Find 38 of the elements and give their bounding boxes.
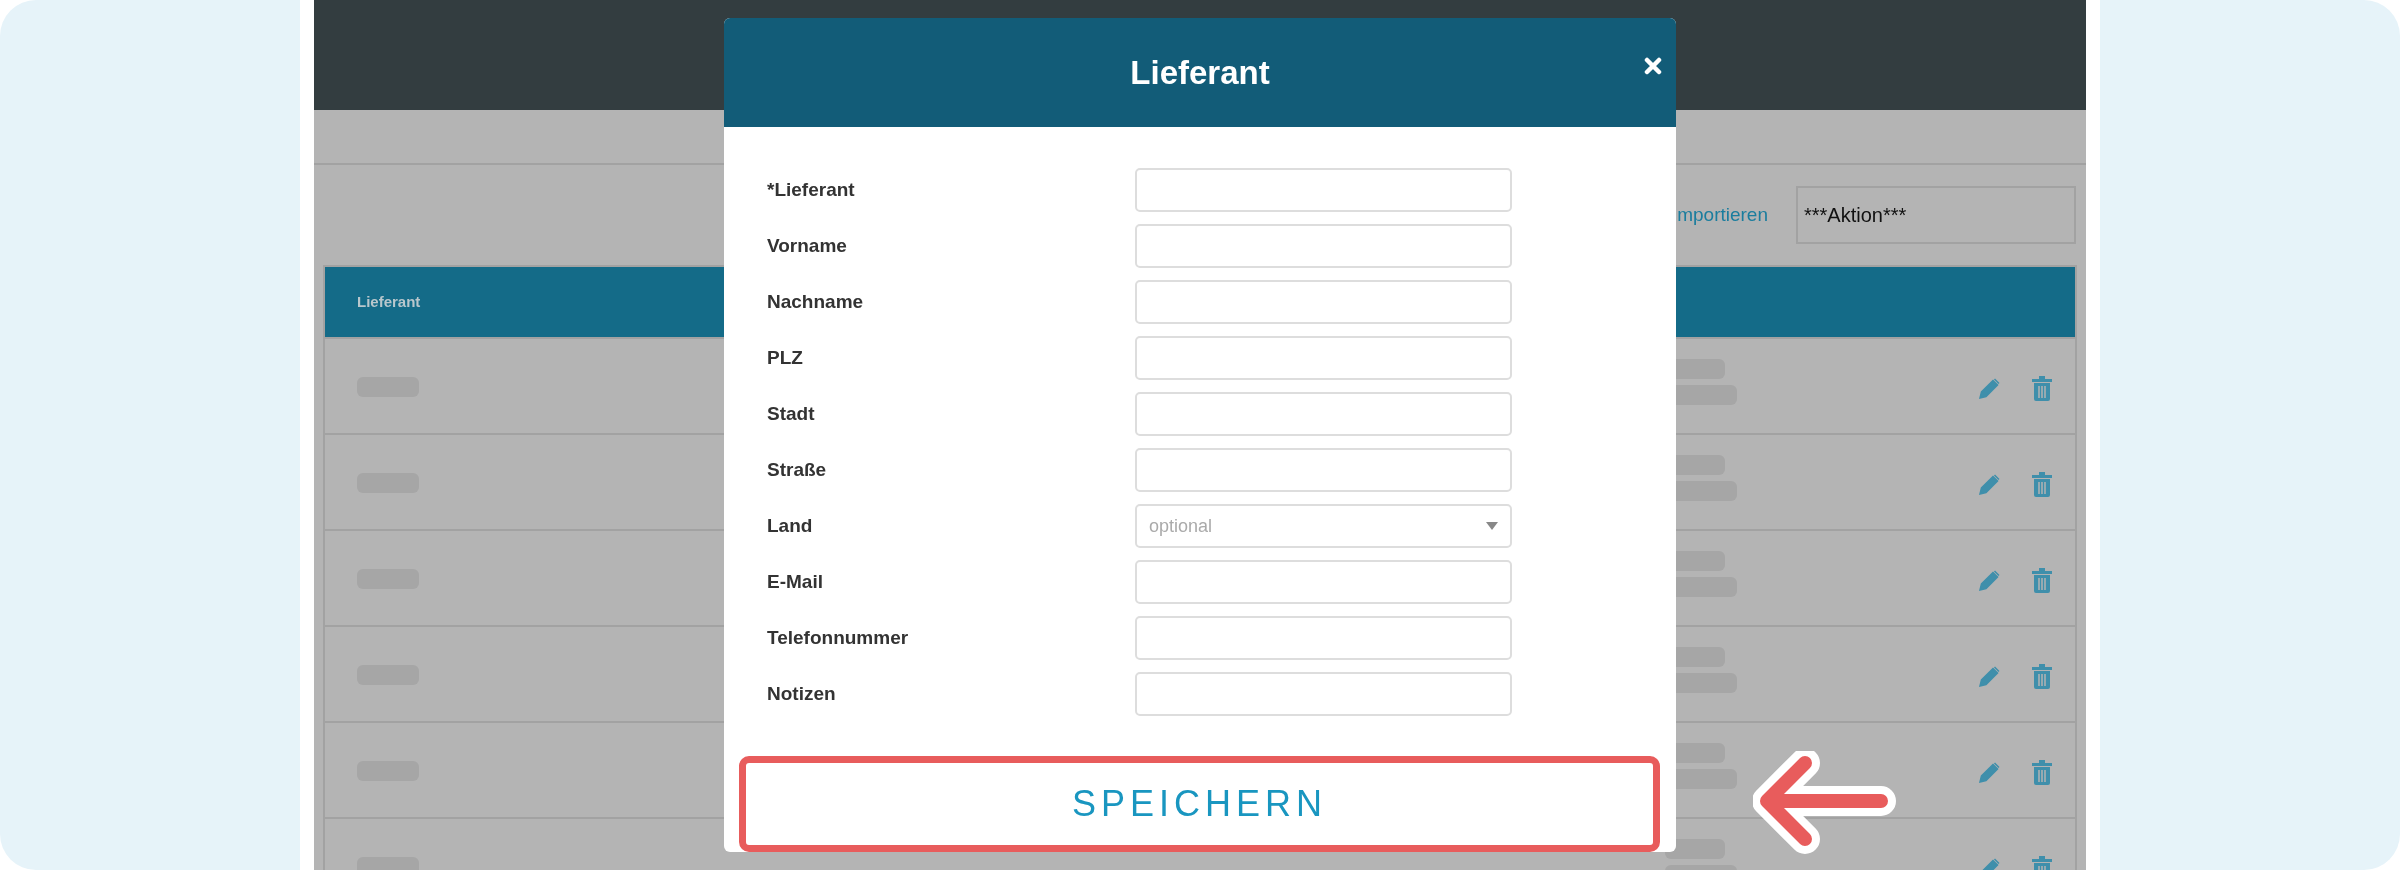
field-label: Vorname xyxy=(767,233,848,258)
input-field[interactable] xyxy=(1135,392,1512,436)
pencil-icon[interactable] xyxy=(1977,665,2001,689)
trash-icon[interactable] xyxy=(2031,567,2053,593)
field-label: Notizen xyxy=(767,681,837,706)
field-label: Nachname xyxy=(767,289,865,314)
trash-icon[interactable] xyxy=(2031,375,2053,401)
input-field[interactable] xyxy=(1135,616,1512,660)
trash-icon[interactable] xyxy=(2031,759,2053,785)
input-field[interactable] xyxy=(1135,560,1512,604)
trash-icon[interactable] xyxy=(2031,471,2053,497)
field-label: Stadt xyxy=(767,401,816,426)
arrow-icon xyxy=(1753,751,1897,855)
input-field[interactable] xyxy=(1135,336,1512,380)
input-field[interactable] xyxy=(1135,672,1512,716)
pencil-icon[interactable] xyxy=(1977,761,2001,785)
field-label: *Lieferant xyxy=(767,177,856,202)
field-label: Land xyxy=(767,513,814,538)
field-label: Telefonnummer xyxy=(767,625,910,650)
close-icon[interactable] xyxy=(1644,57,1662,75)
dropdown-field[interactable]: optional xyxy=(1135,504,1512,548)
trash-icon[interactable] xyxy=(2031,663,2053,689)
modal-title: Lieferant xyxy=(1130,52,1270,93)
action-select[interactable]: ***Aktion*** xyxy=(1796,186,2076,244)
input-field[interactable] xyxy=(1135,224,1512,268)
pencil-icon[interactable] xyxy=(1977,473,2001,497)
caret-icon xyxy=(1486,522,1498,530)
input-field[interactable] xyxy=(1135,168,1512,212)
input-field[interactable] xyxy=(1135,280,1512,324)
field-label: Straße xyxy=(767,457,828,482)
field-label: E-Mail xyxy=(767,569,824,594)
import-link[interactable]: mportieren xyxy=(1677,200,1768,230)
input-field[interactable] xyxy=(1135,448,1512,492)
column-header: Lieferant xyxy=(357,291,421,312)
pencil-icon[interactable] xyxy=(1977,569,2001,593)
field-label: PLZ xyxy=(767,345,804,370)
pencil-icon[interactable] xyxy=(1977,377,2001,401)
save-button[interactable]: SPEICHERN xyxy=(739,756,1660,852)
